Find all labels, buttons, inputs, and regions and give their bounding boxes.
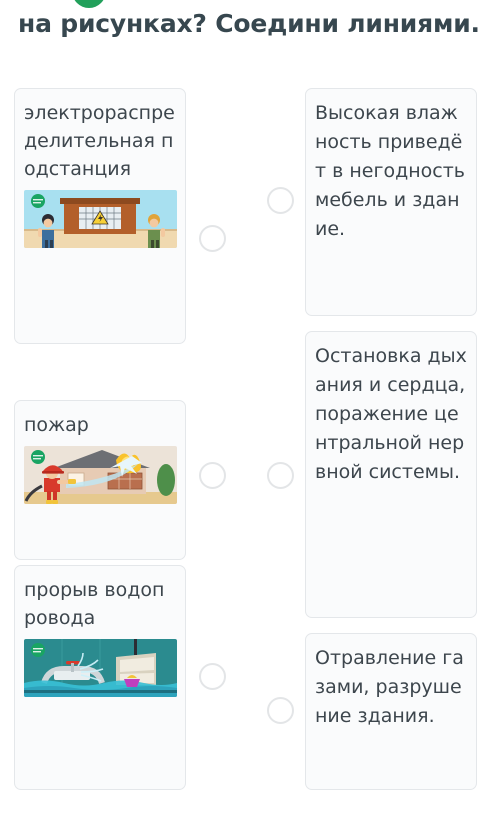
burst-water-pipe-flood-illustration xyxy=(24,639,177,697)
right-card-2[interactable]: Остановка дыхания и сердца, поражение це… xyxy=(305,331,477,618)
left-card-1-label: электрораспределительная подстанция xyxy=(24,102,175,180)
connector-dot-right-2[interactable] xyxy=(267,462,294,489)
left-card-3[interactable]: прорыв водопровода xyxy=(14,565,186,790)
connector-dot-right-3[interactable] xyxy=(267,697,294,724)
left-card-3-label: прорыв водопровода xyxy=(24,579,165,629)
matching-board: электрораспределительная подстанция пожа… xyxy=(0,88,500,819)
electrical-substation-illustration xyxy=(24,190,177,248)
right-card-1[interactable]: Высокая влажность приведёт в негодность … xyxy=(305,88,477,316)
connector-dot-left-3[interactable] xyxy=(199,663,226,690)
right-card-3-text: Отравление газами, разрушение здания. xyxy=(315,647,464,727)
right-card-1-text: Высокая влажность приведёт в негодность … xyxy=(315,102,465,240)
left-card-2-label: пожар xyxy=(24,414,89,436)
connector-dot-right-1[interactable] xyxy=(267,187,294,214)
right-card-2-text: Остановка дыхания и сердца, поражение це… xyxy=(315,345,467,483)
firefighter-house-fire-illustration xyxy=(24,446,177,504)
left-card-1[interactable]: электрораспределительная подстанция xyxy=(14,88,186,344)
left-card-2[interactable]: пожар xyxy=(14,400,186,560)
right-card-3[interactable]: Отравление газами, разрушение здания. xyxy=(305,633,477,790)
connector-dot-left-1[interactable] xyxy=(199,225,226,252)
question-heading: на рисунках? Соедини линиями. xyxy=(18,9,480,38)
connector-dot-left-2[interactable] xyxy=(199,462,226,489)
